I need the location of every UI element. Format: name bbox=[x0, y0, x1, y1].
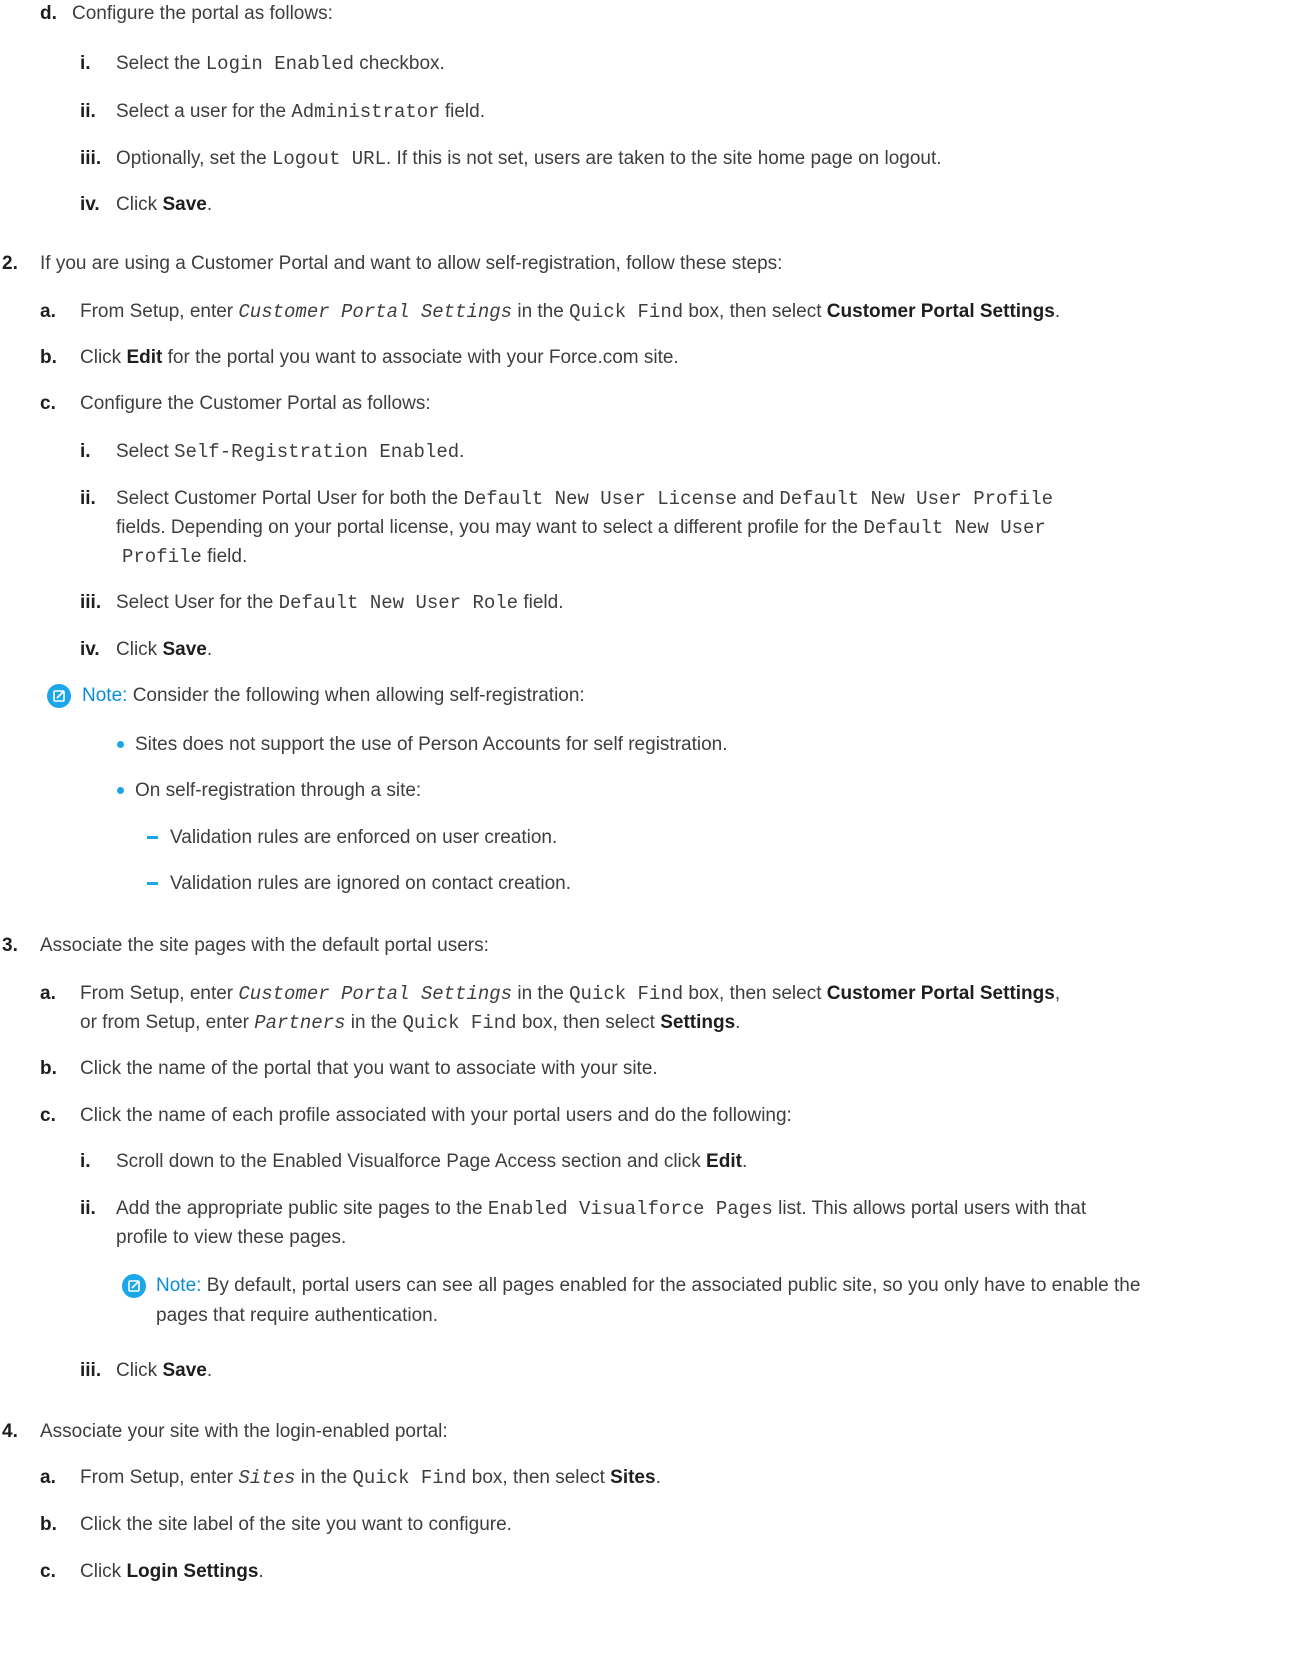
step-text: From Setup, enter Customer Portal Settin… bbox=[80, 983, 1061, 1005]
bullet-dot bbox=[117, 741, 124, 748]
step-marker: i. bbox=[80, 1151, 91, 1172]
step-marker: 2. bbox=[2, 253, 18, 274]
step-text: Click Edit for the portal you want to as… bbox=[80, 347, 679, 368]
note-text-continued: pages that require authentication. bbox=[156, 1305, 439, 1326]
step-text: Associate your site with the login-enabl… bbox=[40, 1421, 448, 1442]
step-text: Configure the Customer Portal as follows… bbox=[80, 393, 431, 414]
step-text: If you are using a Customer Portal and w… bbox=[40, 253, 783, 274]
step-marker: iv. bbox=[80, 194, 100, 215]
step-text: Optionally, set the Logout URL. If this … bbox=[116, 148, 942, 170]
note-text: Note: Consider the following when allowi… bbox=[82, 685, 585, 706]
step-text-continued: or from Setup, enter Partners in the Qui… bbox=[80, 1012, 741, 1034]
step-text: Add the appropriate public site pages to… bbox=[116, 1198, 1087, 1220]
list-item: On self-registration through a site: bbox=[135, 780, 422, 801]
step-marker: d. bbox=[40, 3, 57, 24]
step-marker: i. bbox=[80, 441, 91, 462]
step-marker: iii. bbox=[80, 148, 102, 169]
step-text: Select Customer Portal User for both the… bbox=[116, 488, 1054, 510]
step-text: Click the name of the portal that you wa… bbox=[80, 1058, 658, 1079]
step-text: Click Save. bbox=[116, 1360, 213, 1381]
save-label: Save bbox=[162, 194, 207, 215]
step-text: Associate the site pages with the defaul… bbox=[40, 935, 489, 956]
step-marker: b. bbox=[40, 347, 57, 368]
step-text-continued: fields. Depending on your portal license… bbox=[116, 517, 1046, 539]
step-marker: i. bbox=[80, 53, 91, 74]
step-text-continued: profile to view these pages. bbox=[116, 1227, 347, 1248]
step-marker: a. bbox=[40, 983, 56, 1004]
list-item: Validation rules are enforced on user cr… bbox=[170, 827, 558, 848]
dash-bullet bbox=[147, 836, 158, 839]
step-text: Select User for the Default New User Rol… bbox=[116, 592, 564, 614]
step-text: Select a user for the Administrator fiel… bbox=[116, 101, 485, 123]
step-text: From Setup, enter Customer Portal Settin… bbox=[80, 301, 1061, 323]
dash-bullet bbox=[147, 882, 158, 885]
step-text: Click the site label of the site you wan… bbox=[80, 1514, 512, 1535]
list-item: Validation rules are ignored on contact … bbox=[170, 873, 572, 894]
step-marker: ii. bbox=[80, 1198, 96, 1219]
step-marker: ii. bbox=[80, 488, 96, 509]
step-text: Click Save. bbox=[116, 639, 213, 660]
step-marker: c. bbox=[40, 1105, 56, 1126]
note-text: Note: By default, portal users can see a… bbox=[156, 1275, 1141, 1296]
step-text: Configure the portal as follows: bbox=[72, 3, 333, 24]
note-label: Note: bbox=[156, 1275, 202, 1296]
step-marker: 4. bbox=[2, 1421, 18, 1442]
step-text: Select the Login Enabled checkbox. bbox=[116, 53, 445, 75]
step-marker: c. bbox=[40, 393, 56, 414]
list-item: Sites does not support the use of Person… bbox=[135, 734, 728, 755]
step-marker: iv. bbox=[80, 639, 100, 660]
step-marker: 3. bbox=[2, 935, 18, 956]
step-marker: b. bbox=[40, 1058, 57, 1079]
step-text: From Setup, enter Sites in the Quick Fin… bbox=[80, 1467, 661, 1489]
step-marker: iii. bbox=[80, 1360, 102, 1381]
step-marker: c. bbox=[40, 1561, 56, 1582]
step-text: Click Login Settings. bbox=[80, 1561, 264, 1582]
edit-note-icon bbox=[47, 684, 71, 708]
step-marker: ii. bbox=[80, 101, 96, 122]
step-text: Select Self-Registration Enabled. bbox=[116, 441, 465, 463]
step-marker: a. bbox=[40, 301, 56, 322]
bullet-dot bbox=[117, 787, 124, 794]
step-marker: a. bbox=[40, 1467, 56, 1488]
note-label: Note: bbox=[82, 685, 128, 706]
step-marker: iii. bbox=[80, 592, 102, 613]
step-text-continued: Profile field. bbox=[122, 546, 248, 568]
step-text: Click Save. bbox=[116, 194, 213, 215]
edit-note-icon bbox=[122, 1274, 146, 1298]
step-marker: b. bbox=[40, 1514, 57, 1535]
step-text: Scroll down to the Enabled Visualforce P… bbox=[116, 1151, 748, 1172]
step-text: Click the name of each profile associate… bbox=[80, 1105, 792, 1126]
